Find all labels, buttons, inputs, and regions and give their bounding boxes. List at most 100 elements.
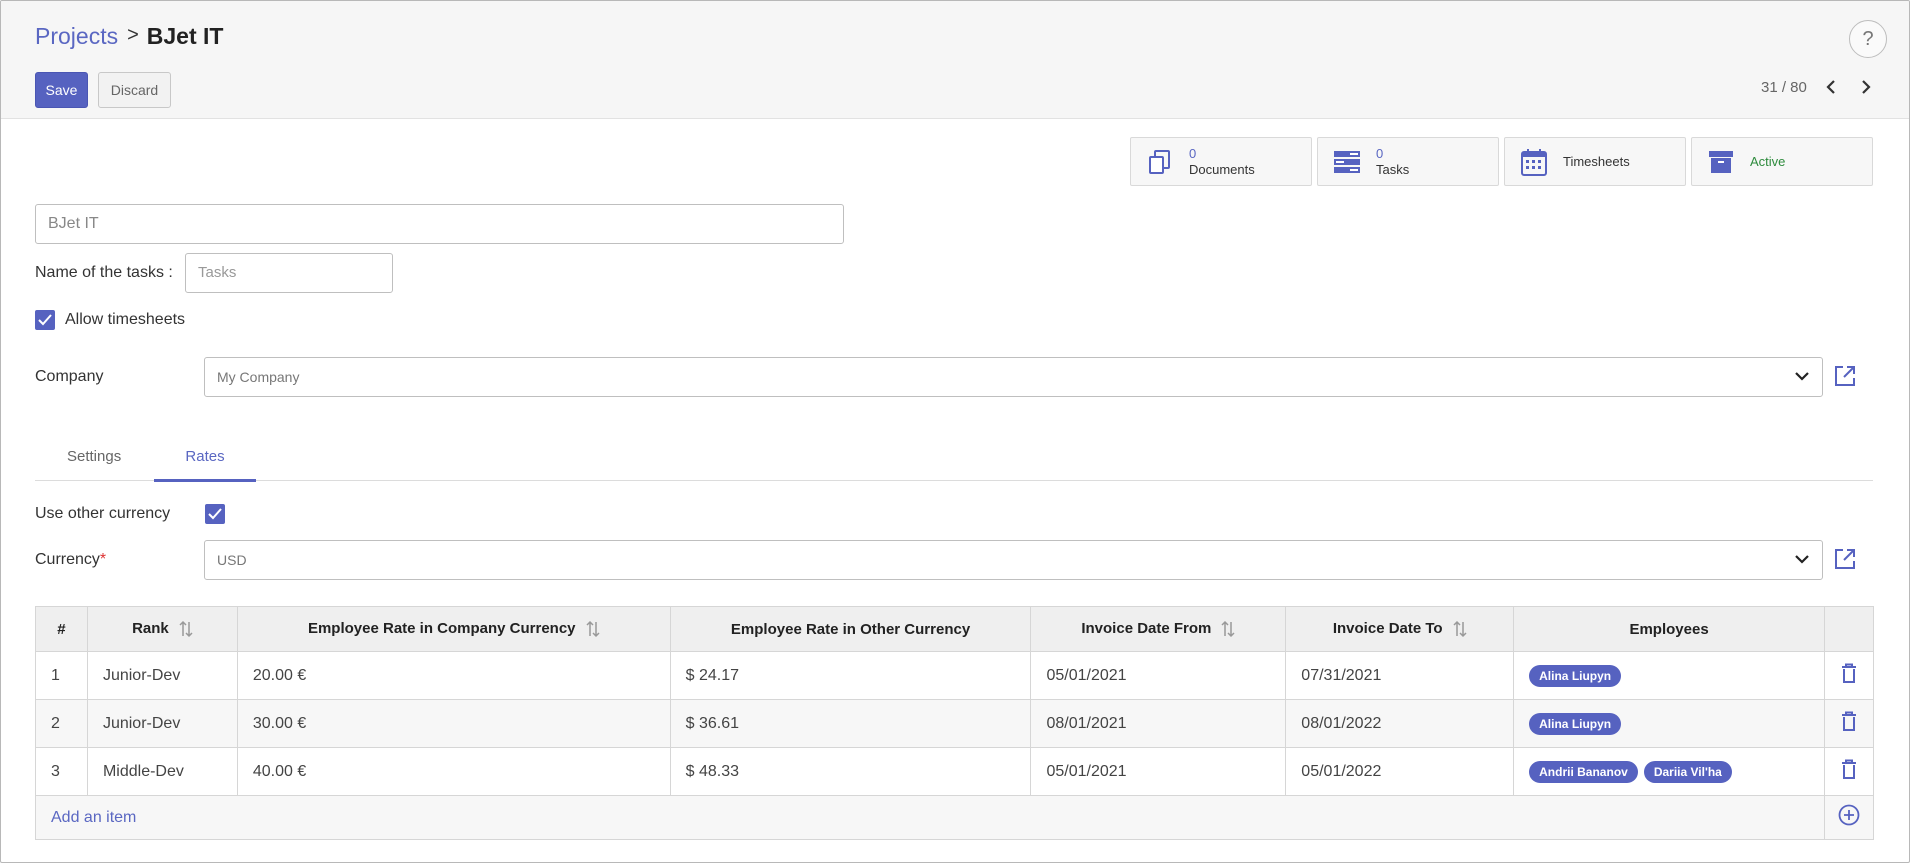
app-window: Projects > BJet IT ? Save Discard 31 / 8… (0, 0, 1910, 863)
column-header-actions (1824, 606, 1874, 652)
status-label: Active (1750, 153, 1786, 169)
add-item-row: Add an item (35, 795, 1874, 840)
employee-tag[interactable]: Dariia Vil'ha (1643, 760, 1732, 783)
add-item-cell: Add an item (35, 795, 1825, 840)
help-icon: ? (1862, 27, 1874, 50)
breadcrumb-projects-link[interactable]: Projects (35, 23, 118, 50)
employee-tag[interactable]: Alina Liupyn (1529, 664, 1622, 687)
documents-stat-button[interactable]: 0 Documents (1130, 137, 1312, 186)
add-item-button[interactable] (1824, 795, 1874, 840)
page-title: BJet IT (146, 23, 224, 49)
sort-icon (1221, 620, 1235, 638)
allow-timesheets-checkbox[interactable] (35, 310, 55, 330)
column-header-date-from[interactable]: Invoice Date From (1030, 606, 1287, 652)
documents-label: Documents (1189, 161, 1255, 177)
date-from-cell[interactable]: 05/01/2021 (1030, 747, 1287, 796)
table-row[interactable]: 1 Junior-Dev 20.00 € $ 24.17 05/01/2021 … (35, 651, 1874, 700)
external-link-icon[interactable] (1833, 547, 1857, 571)
tab-settings[interactable]: Settings (67, 448, 121, 482)
chevron-down-icon (1795, 555, 1809, 564)
tasks-icon (1332, 147, 1362, 177)
column-header-rank[interactable]: Rank (86, 606, 238, 652)
column-header-date-from-label: Invoice Date From (1081, 619, 1212, 637)
date-to-cell[interactable]: 07/31/2021 (1285, 651, 1515, 700)
rate-company-cell[interactable]: 40.00 € (236, 747, 671, 796)
rate-other-cell[interactable]: $ 48.33 (669, 747, 1032, 796)
company-label: Company (35, 368, 104, 385)
documents-icon (1145, 147, 1175, 177)
date-from-cell[interactable]: 08/01/2021 (1030, 699, 1287, 748)
tasks-name-label: Name of the tasks : (35, 264, 173, 281)
row-number: 3 (35, 747, 88, 796)
rank-cell[interactable]: Junior-Dev (86, 651, 238, 700)
trash-icon (1842, 711, 1856, 731)
employees-cell[interactable]: Alina Liupyn (1513, 651, 1825, 700)
rate-company-cell[interactable]: 20.00 € (236, 651, 671, 700)
delete-row-button[interactable] (1824, 747, 1874, 796)
timesheets-stat-button[interactable]: Timesheets (1504, 137, 1686, 186)
use-other-currency-label: Use other currency (35, 505, 171, 522)
save-button[interactable]: Save (35, 72, 88, 108)
rate-other-cell[interactable]: $ 36.61 (669, 699, 1032, 748)
delete-row-button[interactable] (1824, 699, 1874, 748)
plus-circle-icon (1838, 804, 1860, 826)
pager-next-button[interactable] (1856, 77, 1876, 97)
pager-value: 31 / 80 (1761, 79, 1807, 96)
row-number: 1 (35, 651, 88, 700)
allow-timesheets-label: Allow timesheets (65, 311, 186, 328)
delete-row-button[interactable] (1824, 651, 1874, 700)
date-from-cell[interactable]: 05/01/2021 (1030, 651, 1287, 700)
currency-value: USD (217, 552, 247, 568)
tasks-stat-button[interactable]: 0 Tasks (1317, 137, 1499, 186)
tabs-divider (35, 480, 1873, 481)
discard-button[interactable]: Discard (98, 72, 171, 108)
add-item-link[interactable]: Add an item (51, 809, 136, 826)
rate-other-cell[interactable]: $ 24.17 (669, 651, 1032, 700)
column-header-date-to[interactable]: Invoice Date To (1285, 606, 1515, 652)
column-header-rank-label: Rank (132, 619, 169, 637)
tasks-name-input[interactable]: Tasks (185, 253, 393, 293)
breadcrumb-separator: > (127, 24, 139, 46)
table-header-row: # Rank Employee Rate in Company Currency… (35, 606, 1874, 652)
currency-select[interactable]: USD (204, 540, 1823, 580)
sort-icon (586, 620, 600, 638)
rate-company-cell[interactable]: 30.00 € (236, 699, 671, 748)
employee-tag[interactable]: Andrii Bananov (1529, 760, 1638, 783)
sort-icon (179, 620, 193, 638)
chevron-down-icon (1795, 372, 1809, 381)
control-panel: Projects > BJet IT ? Save Discard 31 / 8… (1, 1, 1909, 119)
column-header-employees: Employees (1513, 606, 1825, 652)
row-number: 2 (35, 699, 88, 748)
employee-tag[interactable]: Alina Liupyn (1529, 712, 1622, 735)
checkmark-icon (38, 314, 52, 326)
rank-cell[interactable]: Middle-Dev (86, 747, 238, 796)
tab-rates[interactable]: Rates (154, 448, 256, 482)
table-row[interactable]: 3 Middle-Dev 40.00 € $ 48.33 05/01/2021 … (35, 747, 1874, 796)
trash-icon (1842, 759, 1856, 779)
column-header-rate-company-label: Employee Rate in Company Currency (307, 619, 576, 637)
pager-previous-button[interactable] (1821, 77, 1841, 97)
chevron-left-icon (1826, 80, 1835, 94)
help-button[interactable]: ? (1849, 20, 1887, 58)
project-name-input[interactable]: BJet IT (35, 204, 844, 244)
company-value: My Company (217, 369, 300, 385)
currency-label: Currency* (35, 551, 106, 569)
column-header-rate-company[interactable]: Employee Rate in Company Currency (236, 606, 671, 652)
employees-cell[interactable]: Alina Liupyn (1513, 699, 1825, 748)
rates-table: # Rank Employee Rate in Company Currency… (35, 606, 1874, 840)
date-to-cell[interactable]: 08/01/2022 (1285, 699, 1515, 748)
date-to-cell[interactable]: 05/01/2022 (1285, 747, 1515, 796)
company-select[interactable]: My Company (204, 357, 1823, 397)
rank-cell[interactable]: Junior-Dev (86, 699, 238, 748)
documents-count: 0 (1189, 145, 1197, 161)
archive-toggle-button[interactable]: Active (1691, 137, 1873, 186)
chevron-right-icon (1862, 80, 1871, 94)
table-row[interactable]: 2 Junior-Dev 30.00 € $ 36.61 08/01/2021 … (35, 699, 1874, 748)
employees-cell[interactable]: Andrii Bananov Dariia Vil'ha (1513, 747, 1825, 796)
tasks-count: 0 (1376, 145, 1384, 161)
external-link-icon[interactable] (1833, 364, 1857, 388)
use-other-currency-checkbox[interactable] (205, 504, 225, 524)
column-header-number: # (35, 606, 88, 652)
active-tab-indicator (154, 479, 256, 482)
checkmark-icon (208, 508, 222, 520)
